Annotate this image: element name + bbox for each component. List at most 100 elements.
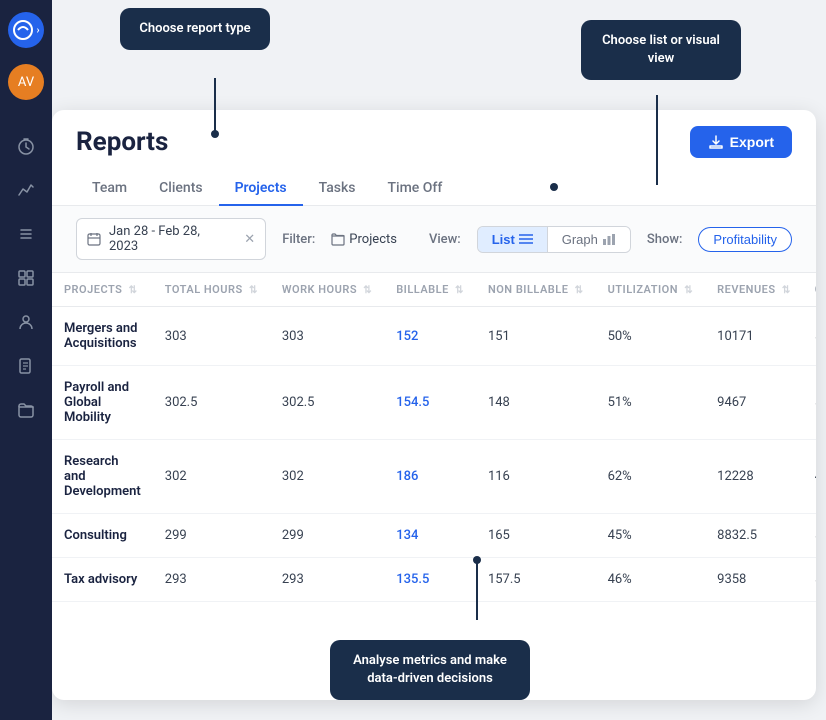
col-utilization: UTILIZATION ⇅ <box>596 273 706 307</box>
cell-cost: 5275 <box>803 514 816 558</box>
table-row[interactable]: Research and Development 302 302 186 116… <box>52 440 816 514</box>
filter-projects-tag[interactable]: Projects <box>331 232 397 247</box>
cell-project: Tax advisory <box>52 558 153 602</box>
cell-project: Research and Development <box>52 440 153 514</box>
cell-project: Payroll and Global Mobility <box>52 366 153 440</box>
filter-label: Filter: <box>282 232 315 247</box>
cell-utilization: 51% <box>596 366 706 440</box>
sidebar-analytics-icon[interactable] <box>8 172 44 208</box>
cell-cost: 5432 <box>803 366 816 440</box>
list-view-button[interactable]: List <box>478 227 547 252</box>
cell-non-billable: 148 <box>476 366 596 440</box>
tab-timeoff[interactable]: Time Off <box>372 172 459 206</box>
cell-revenues: 9358 <box>705 558 803 602</box>
table-row[interactable]: Consulting 299 299 134 165 45% 8832.5 52… <box>52 514 816 558</box>
cell-utilization: 45% <box>596 514 706 558</box>
tooltip1-line <box>214 78 216 133</box>
tabs-bar: Team Clients Projects Tasks Time Off <box>52 162 816 206</box>
cell-project: Mergers and Acquisitions <box>52 307 153 366</box>
cell-work-hours: 302.5 <box>270 366 384 440</box>
sidebar-list-icon[interactable] <box>8 216 44 252</box>
sidebar-timer-icon[interactable] <box>8 128 44 164</box>
cell-work-hours: 293 <box>270 558 384 602</box>
col-total-hours: TOTAL HOURS ⇅ <box>153 273 270 307</box>
col-revenues: REVENUES ⇅ <box>705 273 803 307</box>
date-range-clear[interactable]: ✕ <box>244 232 255 247</box>
tooltip1-dot <box>211 130 219 138</box>
page-header: Reports Export <box>52 110 816 158</box>
tooltip3-line <box>476 562 478 620</box>
cell-total-hours: 299 <box>153 514 270 558</box>
cell-cost: 5205.5 <box>803 558 816 602</box>
col-billable: BILLABLE ⇅ <box>384 273 476 307</box>
view-toggle: List Graph <box>477 226 631 253</box>
reports-table: PROJECTS ⇅ TOTAL HOURS ⇅ WORK HOURS ⇅ BI… <box>52 273 816 602</box>
col-projects: PROJECTS ⇅ <box>52 273 153 307</box>
cell-utilization: 50% <box>596 307 706 366</box>
table-row[interactable]: Payroll and Global Mobility 302.5 302.5 … <box>52 366 816 440</box>
cell-total-hours: 303 <box>153 307 270 366</box>
view-label: View: <box>429 232 461 247</box>
calendar-icon <box>87 232 101 246</box>
col-work-hours: WORK HOURS ⇅ <box>270 273 384 307</box>
cell-utilization: 46% <box>596 558 706 602</box>
tab-team[interactable]: Team <box>76 172 143 206</box>
sidebar-grid-icon[interactable] <box>8 260 44 296</box>
tab-clients[interactable]: Clients <box>143 172 218 206</box>
cell-cost: 4853 <box>803 440 816 514</box>
cell-cost: 5587.5 <box>803 307 816 366</box>
cell-non-billable: 165 <box>476 514 596 558</box>
bar-chart-icon <box>602 233 616 245</box>
cell-billable: 154.5 <box>384 366 476 440</box>
cell-non-billable: 157.5 <box>476 558 596 602</box>
tooltip2-line <box>656 95 658 185</box>
cell-non-billable: 151 <box>476 307 596 366</box>
cell-revenues: 12228 <box>705 440 803 514</box>
page-title: Reports <box>76 127 168 157</box>
date-range-text: Jan 28 - Feb 28, 2023 <box>109 224 232 254</box>
sidebar-team-icon[interactable] <box>8 304 44 340</box>
date-range-picker[interactable]: Jan 28 - Feb 28, 2023 ✕ <box>76 218 266 260</box>
cell-revenues: 10171 <box>705 307 803 366</box>
cell-billable: 135.5 <box>384 558 476 602</box>
table-row[interactable]: Mergers and Acquisitions 303 303 152 151… <box>52 307 816 366</box>
cell-work-hours: 299 <box>270 514 384 558</box>
sidebar: › AV <box>0 0 52 720</box>
filters-bar: Jan 28 - Feb 28, 2023 ✕ Filter: Projects… <box>52 206 816 273</box>
cell-total-hours: 302.5 <box>153 366 270 440</box>
tooltip-analyse-metrics: Analyse metrics and make data-driven dec… <box>330 640 530 700</box>
cell-non-billable: 116 <box>476 440 596 514</box>
cell-revenues: 9467 <box>705 366 803 440</box>
tooltip-report-type: Choose report type <box>120 8 270 50</box>
sidebar-folder-icon[interactable] <box>8 392 44 428</box>
export-button[interactable]: Export <box>690 126 792 158</box>
tooltip-visual-view: Choose list or visual view <box>581 20 741 80</box>
cell-work-hours: 302 <box>270 440 384 514</box>
cell-work-hours: 303 <box>270 307 384 366</box>
filter-projects-icon <box>331 232 345 246</box>
table-row[interactable]: Tax advisory 293 293 135.5 157.5 46% 935… <box>52 558 816 602</box>
tooltip2-dot <box>550 183 558 191</box>
filter-value-text: Projects <box>349 232 397 247</box>
cell-billable: 134 <box>384 514 476 558</box>
cell-billable: 186 <box>384 440 476 514</box>
graph-view-button[interactable]: Graph <box>548 227 630 252</box>
tab-tasks[interactable]: Tasks <box>303 172 372 206</box>
cell-total-hours: 293 <box>153 558 270 602</box>
cell-project: Consulting <box>52 514 153 558</box>
cell-billable: 152 <box>384 307 476 366</box>
profitability-button[interactable]: Profitability <box>698 227 792 252</box>
cell-utilization: 62% <box>596 440 706 514</box>
sidebar-doc-icon[interactable] <box>8 348 44 384</box>
col-cost: COST ⇅ <box>803 273 816 307</box>
table-container: PROJECTS ⇅ TOTAL HOURS ⇅ WORK HOURS ⇅ BI… <box>52 273 816 602</box>
sidebar-avatar[interactable]: AV <box>8 64 44 100</box>
tab-projects[interactable]: Projects <box>219 172 303 206</box>
cell-total-hours: 302 <box>153 440 270 514</box>
list-icon <box>519 233 533 245</box>
show-label: Show: <box>647 232 683 247</box>
col-non-billable: NON BILLABLE ⇅ <box>476 273 596 307</box>
sidebar-logo[interactable]: › <box>8 12 44 48</box>
main-panel: Reports Export Team Clients Projects Tas… <box>52 110 816 700</box>
tooltip3-dot <box>473 556 481 564</box>
